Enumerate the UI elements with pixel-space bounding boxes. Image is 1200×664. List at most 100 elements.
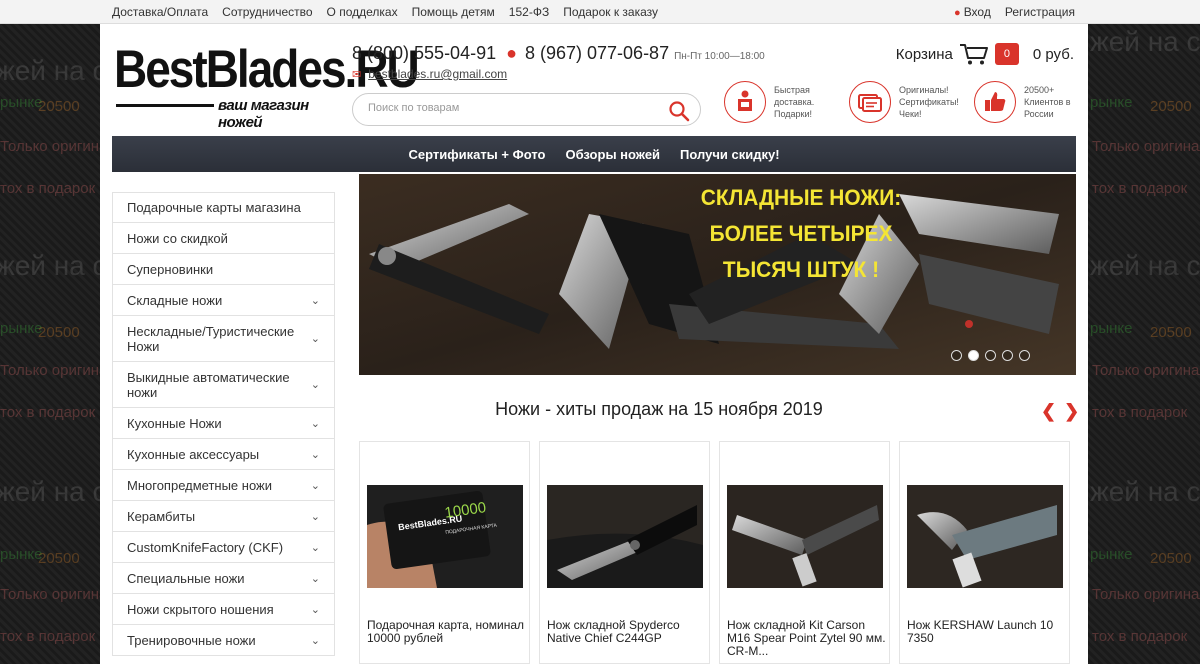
sidebar-item-automatic[interactable]: Выкидные автоматические ножи ⌄ bbox=[112, 362, 335, 408]
chevron-down-icon[interactable]: ⌄ bbox=[311, 510, 320, 523]
product-image[interactable] bbox=[727, 485, 883, 588]
feature-delivery-text: Быстрая доставка. Подарки! bbox=[774, 85, 815, 119]
chevron-down-icon[interactable]: ⌄ bbox=[311, 448, 320, 461]
sidebar-item-label: Специальные ножи bbox=[127, 570, 245, 586]
sidebar-item-new[interactable]: Суперновинки bbox=[112, 254, 335, 285]
cart-label: Корзина bbox=[895, 45, 953, 63]
feature-delivery: Быстрая доставка. Подарки! bbox=[724, 81, 830, 123]
sidebar-item-label: Тренировочные ножи bbox=[127, 632, 256, 648]
nav-reviews[interactable]: Обзоры ножей bbox=[565, 147, 660, 162]
watermark-text: Только оригинал bbox=[0, 362, 117, 379]
product-name[interactable]: Нож KERSHAW Launch 10 7350 bbox=[907, 619, 1067, 645]
search-box bbox=[352, 93, 701, 126]
sidebar-item-special[interactable]: Специальные ножи ⌄ bbox=[112, 563, 335, 594]
logo-underline bbox=[116, 104, 214, 107]
top-link-delivery[interactable]: Доставка/Оплата bbox=[112, 5, 208, 19]
banner-line-2: БОЛЕЕ ЧЕТЫРЕХ ТЫСЯЧ ШТУК ! bbox=[709, 221, 893, 282]
feature-clients-text: 20500+ Клиентов в России bbox=[1024, 85, 1071, 119]
banner-caption: СКЛАДНЫЕ НОЖИ: БОЛЕЕ ЧЕТЫРЕХ ТЫСЯЧ ШТУК … bbox=[678, 180, 925, 288]
nav-discount[interactable]: Получи скидку! bbox=[680, 147, 779, 162]
product-name[interactable]: Нож складной Kit Carson M16 Spear Point … bbox=[727, 619, 887, 658]
hits-section-title: Ножи - хиты продаж на 15 ноября 2019 bbox=[495, 399, 823, 419]
cart-sum: 0 руб. bbox=[1032, 45, 1074, 63]
chevron-down-icon[interactable]: ⌄ bbox=[311, 634, 320, 647]
product-image[interactable] bbox=[547, 485, 703, 588]
slider-dot-active[interactable] bbox=[968, 350, 979, 361]
phone-2[interactable]: 8 (967) 077-06-87 bbox=[525, 43, 669, 64]
product-card[interactable]: BestBlades.RU 10000 ПОДАРОЧНАЯ КАРТА Под… bbox=[359, 441, 530, 664]
work-hours: Пн-Пт 10:00—18:00 bbox=[674, 51, 765, 62]
chevron-down-icon[interactable]: ⌄ bbox=[311, 294, 320, 307]
phone-1[interactable]: 8 (800) 555-04-91 bbox=[352, 43, 496, 64]
feature-certificates: Оригиналы! Сертификаты! Чеки! bbox=[849, 81, 963, 123]
carousel-arrows: ❮ ❯ bbox=[1041, 401, 1079, 422]
nav-certificates[interactable]: Сертификаты + Фото bbox=[408, 147, 545, 162]
top-link-charity[interactable]: Помощь детям bbox=[412, 5, 495, 19]
top-link-cooperation[interactable]: Сотрудничество bbox=[222, 5, 312, 19]
chevron-left-icon[interactable]: ❮ bbox=[1041, 401, 1056, 422]
top-link-gift[interactable]: Подарок к заказу bbox=[563, 5, 658, 19]
product-card[interactable]: Нож KERSHAW Launch 10 7350 bbox=[899, 441, 1070, 664]
chevron-down-icon[interactable]: ⌄ bbox=[311, 417, 320, 430]
chevron-down-icon[interactable]: ⌄ bbox=[311, 541, 320, 554]
sidebar-item-folding[interactable]: Складные ножи ⌄ bbox=[112, 285, 335, 316]
login-link[interactable]: ● Вход bbox=[954, 5, 991, 19]
chevron-down-icon[interactable]: ⌄ bbox=[311, 479, 320, 492]
sidebar-item-multitool[interactable]: Многопредметные ножи ⌄ bbox=[112, 470, 335, 501]
sidebar-item-fixed[interactable]: Нескладные/Туристические Ножи ⌄ bbox=[112, 316, 335, 362]
feature-clients: 20500+ Клиентов в России bbox=[974, 81, 1072, 123]
product-carousel: BestBlades.RU 10000 ПОДАРОЧНАЯ КАРТА Под… bbox=[359, 441, 1070, 664]
banner-line-1: СКЛАДНЫЕ НОЖИ: bbox=[700, 185, 902, 210]
watermark-text: тох в подарок bbox=[1092, 404, 1188, 421]
sidebar-item-concealed[interactable]: Ножи скрытого ношения ⌄ bbox=[112, 594, 335, 625]
product-name[interactable]: Нож складной Spyderco Native Chief C244G… bbox=[547, 619, 707, 645]
register-link[interactable]: Регистрация bbox=[1005, 5, 1075, 19]
slider-dot[interactable] bbox=[951, 350, 962, 361]
top-link-152fz[interactable]: 152-ФЗ bbox=[509, 5, 549, 19]
watermark-text: рынке bbox=[0, 546, 43, 563]
chevron-down-icon[interactable]: ⌄ bbox=[311, 378, 320, 391]
watermark-text: 20500 bbox=[38, 324, 80, 341]
phone-block: 8 (800) 555-04-91 ● 8 (967) 077-06-87 Пн… bbox=[352, 43, 765, 64]
hero-banner[interactable]: СКЛАДНЫЕ НОЖИ: БОЛЕЕ ЧЕТЫРЕХ ТЫСЯЧ ШТУК … bbox=[359, 174, 1076, 375]
product-image[interactable]: BestBlades.RU 10000 ПОДАРОЧНАЯ КАРТА bbox=[367, 485, 523, 588]
sidebar-item-training[interactable]: Тренировочные ножи ⌄ bbox=[112, 625, 335, 656]
sidebar-item-karambit[interactable]: Керамбиты ⌄ bbox=[112, 501, 335, 532]
certificate-icon bbox=[849, 81, 891, 123]
cart-widget[interactable]: Корзина 0 0 руб. bbox=[896, 42, 1074, 66]
site-logo[interactable]: BestBlades.RU ваш магазин ножей bbox=[114, 42, 420, 131]
search-icon[interactable] bbox=[668, 100, 690, 122]
watermark-text: рынке bbox=[0, 320, 43, 337]
chevron-down-icon[interactable]: ⌄ bbox=[311, 332, 320, 345]
search-input[interactable] bbox=[368, 102, 658, 114]
slider-dot[interactable] bbox=[1019, 350, 1030, 361]
product-card[interactable]: Нож складной Spyderco Native Chief C244G… bbox=[539, 441, 710, 664]
watermark-text: рынке bbox=[1090, 546, 1133, 563]
product-name[interactable]: Подарочная карта, номинал 10000 рублей bbox=[367, 619, 527, 645]
slider-dot[interactable] bbox=[1002, 350, 1013, 361]
product-image[interactable] bbox=[907, 485, 1063, 588]
slider-dot[interactable] bbox=[985, 350, 996, 361]
chevron-down-icon[interactable]: ⌄ bbox=[311, 603, 320, 616]
sidebar-item-label: Складные ножи bbox=[127, 292, 223, 308]
auth-links: ● Вход Регистрация bbox=[954, 5, 1075, 19]
sidebar-item-discount[interactable]: Ножи со скидкой bbox=[112, 223, 335, 254]
sidebar-item-kitchen[interactable]: Кухонные Ножи ⌄ bbox=[112, 408, 335, 439]
category-sidebar: Подарочные карты магазина Ножи со скидко… bbox=[112, 192, 335, 656]
sidebar-item-label: Выкидные автоматические ножи bbox=[127, 369, 290, 400]
sidebar-item-label: Нескладные/Туристические Ножи bbox=[127, 323, 295, 354]
product-card[interactable]: Нож складной Kit Carson M16 Spear Point … bbox=[719, 441, 890, 664]
sidebar-item-label: Суперновинки bbox=[127, 261, 214, 277]
sidebar-item-gift-cards[interactable]: Подарочные карты магазина bbox=[112, 192, 335, 223]
chevron-down-icon[interactable]: ⌄ bbox=[311, 572, 320, 585]
chevron-right-icon[interactable]: ❯ bbox=[1064, 401, 1079, 422]
watermark-text: жей на с bbox=[0, 476, 107, 507]
sidebar-item-ckf[interactable]: CustomKnifeFactory (CKF) ⌄ bbox=[112, 532, 335, 563]
sidebar-item-kitchen-accessories[interactable]: Кухонные аксессуары ⌄ bbox=[112, 439, 335, 470]
watermark-text: 20500 bbox=[38, 98, 80, 115]
watermark-text: жей на с bbox=[1090, 476, 1200, 507]
top-link-fakes[interactable]: О подделках bbox=[327, 5, 398, 19]
main-nav: Сертификаты + Фото Обзоры ножей Получи с… bbox=[112, 136, 1076, 172]
feature-certificates-text: Оригиналы! Сертификаты! Чеки! bbox=[899, 85, 959, 119]
email-link[interactable]: bestblades.ru@gmail.com bbox=[368, 67, 507, 81]
